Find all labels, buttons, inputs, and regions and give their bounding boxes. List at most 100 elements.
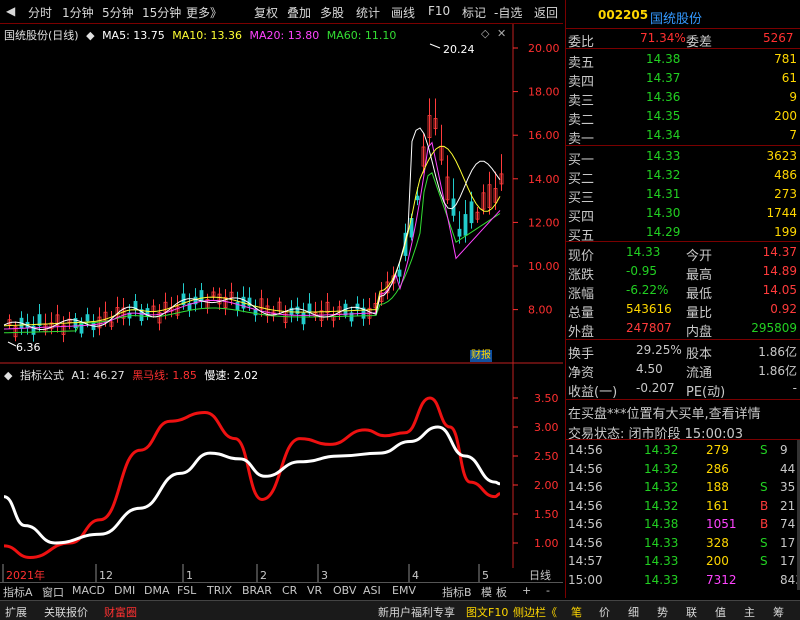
stat-label: 外盘 <box>568 325 595 340</box>
new-user-benefit-link[interactable]: 新用户福利专享 <box>378 604 455 620</box>
sidebar-toggle-button[interactable]: 侧边栏《 <box>513 604 557 620</box>
tab-more[interactable]: 更多》 <box>186 4 222 21</box>
indicator-axis-label: 2.00 <box>534 479 559 492</box>
multi-stock-button[interactable]: 多股 <box>320 4 344 21</box>
tab-main[interactable]: 主 <box>744 604 755 620</box>
remove-watchlist-button[interactable]: -自选 <box>494 4 522 21</box>
stat-value: 0.92 <box>770 302 797 316</box>
financial-report-badge[interactable]: 财报 <box>470 350 492 362</box>
stat-label: PE(动) <box>686 385 726 400</box>
weicha-value: 5267 <box>763 31 794 45</box>
stat-value: 295809 <box>751 321 797 335</box>
tab-ticks[interactable]: 笔 <box>571 604 582 620</box>
tab-brar[interactable]: BRAR <box>242 584 272 597</box>
tab-cr[interactable]: CR <box>282 584 297 597</box>
ma20-value: MA20: 13.80 <box>249 29 320 42</box>
big-order-notice[interactable]: 在买盘***位置有大买单,查看详情 <box>566 401 800 422</box>
tab-15min[interactable]: 15分钟 <box>142 4 181 21</box>
tab-dma[interactable]: DMA <box>144 584 170 597</box>
ask-volume: 200 <box>774 109 797 123</box>
ask-row: 卖二 14.35 200 <box>566 107 800 128</box>
tab-1min[interactable]: 1分钟 <box>62 4 94 21</box>
tab-window[interactable]: 窗口 <box>42 584 64 600</box>
price-axis-label: 14.00 <box>528 173 560 186</box>
adjust-button[interactable]: 复权 <box>254 4 278 21</box>
high-price-label: 20.24 <box>443 43 475 56</box>
toolbar-back-icon[interactable]: ◀ <box>6 4 15 18</box>
bid-price: 14.29 <box>646 225 681 239</box>
stats-button[interactable]: 统计 <box>356 4 380 21</box>
tick-time: 14:56 <box>568 480 603 494</box>
ask-volume: 61 <box>781 71 797 85</box>
indicator-chart-panel[interactable]: 3.50 3.00 2.50 2.00 1.50 1.00 2021年 12 1 2 3 4 5 日线 … <box>0 364 563 582</box>
related-quotes-button[interactable]: 关联报价 <box>44 604 88 620</box>
ask-price: 14.35 <box>646 109 681 123</box>
time-axis-label: 12 <box>99 569 113 582</box>
tick-time: 14:56 <box>568 498 603 513</box>
tab-dmi[interactable]: DMI <box>114 584 135 597</box>
tab-trix[interactable]: TRIX <box>207 584 232 597</box>
graphic-f10-button[interactable]: 图文F10 <box>466 604 508 620</box>
zoom-in-button[interactable]: + <box>522 584 531 597</box>
indicator-axis-label: 3.00 <box>534 421 559 434</box>
tab-chips[interactable]: 筹 <box>773 604 784 620</box>
wealth-circle-button[interactable]: 财富圈 <box>104 604 137 620</box>
tick-time: 15:00 <box>568 572 603 587</box>
overlay-button[interactable]: 叠加 <box>287 4 311 21</box>
tab-obv[interactable]: OBV <box>333 584 356 597</box>
tick-price: 14.32 <box>644 480 679 494</box>
candle-body <box>253 309 258 316</box>
indicator-collapse-icon[interactable]: ◆ <box>4 369 12 382</box>
kline-chart-panel[interactable]: 20.00 18.00 16.00 14.00 12.00 10.00 8.00 20.24… <box>0 24 563 364</box>
tab-emv[interactable]: EMV <box>392 584 416 597</box>
time-axis-label: 5 <box>482 569 489 582</box>
stat-value: 247807 <box>626 321 672 335</box>
return-button[interactable]: 返回 <box>534 4 558 21</box>
tab-macd[interactable]: MACD <box>72 584 105 597</box>
tick-side: S <box>760 480 768 494</box>
tab-fsl[interactable]: FSL <box>177 584 196 597</box>
bid-volume: 486 <box>774 168 797 182</box>
close-icon[interactable]: ✕ <box>497 27 506 40</box>
tab-price[interactable]: 价 <box>599 604 610 620</box>
tab-timeshare[interactable]: 分时 <box>28 4 52 21</box>
stat-value: 4.50 <box>636 362 663 376</box>
zoom-out-button[interactable]: - <box>546 584 550 597</box>
settings-diamond-icon[interactable]: ◇ <box>481 27 489 40</box>
ma20-line <box>3 141 501 330</box>
tab-5min[interactable]: 5分钟 <box>102 4 134 21</box>
tab-vr[interactable]: VR <box>307 584 322 597</box>
tick-count: 44 <box>780 461 796 476</box>
ask-row: 卖一 14.34 7 <box>566 126 800 147</box>
collapse-icon[interactable]: ◆ <box>86 29 94 42</box>
expand-button[interactable]: 扩展 <box>5 604 27 620</box>
stat-value: 1.86亿 <box>758 364 797 378</box>
tab-value[interactable]: 值 <box>715 604 726 620</box>
tab-template[interactable]: 模 <box>481 584 492 600</box>
tab-link[interactable]: 联 <box>686 604 697 620</box>
tab-indicator-b[interactable]: 指标B <box>442 584 472 600</box>
price-axis-label: 10.00 <box>528 260 560 273</box>
chart-title: 国统股份(日线) <box>4 29 79 42</box>
tab-detail[interactable]: 细 <box>628 604 639 620</box>
tick-price: 14.32 <box>644 443 679 457</box>
draw-line-button[interactable]: 画线 <box>391 4 415 21</box>
stat-value: -0.207 <box>636 381 675 395</box>
time-axis-label: 1 <box>186 569 193 582</box>
bid-row: 买四 14.30 1744 <box>566 204 800 225</box>
tab-indicator-a[interactable]: 指标A <box>3 584 33 600</box>
bid-price: 14.33 <box>646 149 681 163</box>
price-legend: 国统股份(日线) ◆ MA5: 13.75 MA10: 13.36 MA20: … <box>4 27 400 43</box>
tab-asi[interactable]: ASI <box>363 584 381 597</box>
tick-row: 14:56 14.32 188 S 35 <box>566 478 800 497</box>
black-horse-value: 黑马线: 1.85 <box>132 369 197 382</box>
weibi-row: 委比 71.34% 委差 5267 <box>568 31 794 50</box>
stat-value: 1.86亿 <box>758 345 797 359</box>
indicator-chart: 3.503.002.502.001.501.00 2021年 12 1 2 3 4 5 日线 <box>2 364 559 582</box>
tick-volume: 161 <box>706 498 729 513</box>
f10-button[interactable]: F10 <box>428 4 450 18</box>
tab-board[interactable]: 板 <box>496 584 507 600</box>
mark-button[interactable]: 标记 <box>462 4 486 21</box>
stat-label: 内盘 <box>686 325 713 340</box>
tab-trend[interactable]: 势 <box>657 604 668 620</box>
